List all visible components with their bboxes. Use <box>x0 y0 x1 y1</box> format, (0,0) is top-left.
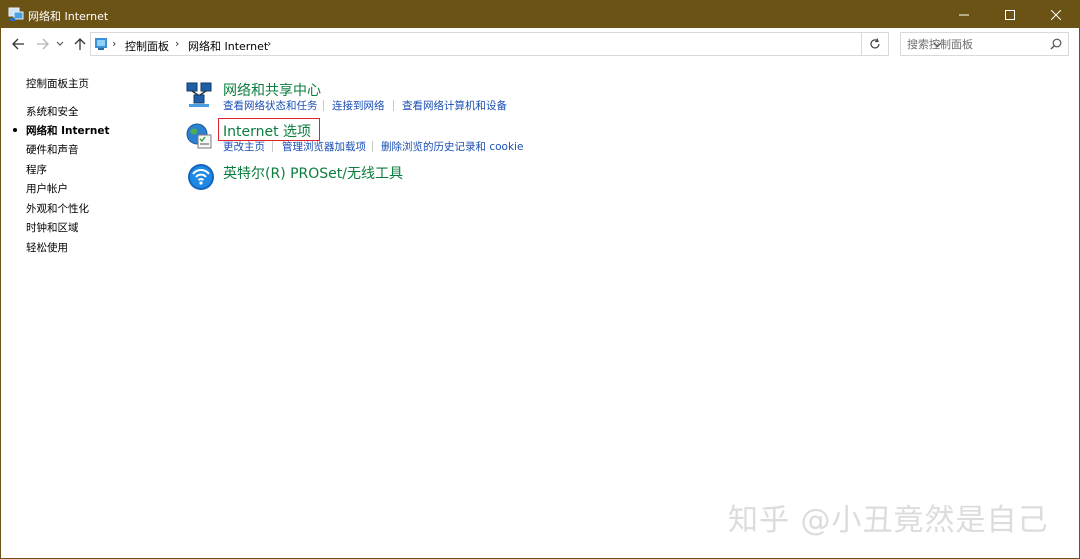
back-button[interactable] <box>10 36 26 52</box>
change-homepage-link[interactable]: 更改主页 <box>223 139 265 154</box>
search-input[interactable] <box>907 37 1045 51</box>
control-panel-window: 网络和 Internet › 控制面板 › 网络和 Internet › 搜索控… <box>0 0 1080 559</box>
sidebar: 控制面板主页 系统和安全 网络和 Internet 硬件和声音 程序 用户帐户 … <box>1 62 171 558</box>
network-sharing-icon[interactable] <box>185 80 213 108</box>
maximize-button[interactable] <box>987 1 1033 28</box>
breadcrumb-separator-icon[interactable]: › <box>175 37 179 50</box>
recent-locations-button[interactable] <box>55 36 65 52</box>
chevron-down-icon <box>56 41 64 46</box>
arrow-left-icon <box>11 38 24 50</box>
minimize-icon <box>959 14 969 15</box>
breadcrumb-network-internet[interactable]: 网络和 Internet <box>188 38 268 54</box>
arrow-up-icon <box>74 37 86 50</box>
view-network-computers-link[interactable]: 查看网络计算机和设备 <box>402 98 507 113</box>
internet-options-icon[interactable] <box>185 122 213 150</box>
maximize-icon <box>1005 9 1015 20</box>
search-box[interactable] <box>900 32 1069 56</box>
minimize-button[interactable] <box>941 1 987 28</box>
breadcrumb-separator-icon[interactable]: › <box>267 37 271 50</box>
address-toolbar: › 控制面板 › 网络和 Internet › <box>1 28 1079 62</box>
sidebar-item-appearance[interactable]: 外观和个性化 <box>26 201 89 216</box>
window-title: 网络和 Internet <box>28 10 109 23</box>
connect-to-network-link[interactable]: 连接到网络 <box>332 98 385 113</box>
watermark-text: 知乎 @小丑竟然是自己 <box>728 503 1049 538</box>
up-button[interactable] <box>72 36 88 52</box>
close-button[interactable] <box>1033 1 1079 28</box>
intel-proset-wireless-link[interactable]: 英特尔(R) PROSet/无线工具 <box>223 163 403 183</box>
address-bar[interactable]: › 控制面板 › 网络和 Internet › <box>90 32 941 56</box>
title-bar[interactable]: 网络和 Internet <box>1 1 1079 28</box>
sidebar-item-network-internet[interactable]: 网络和 Internet <box>26 123 109 138</box>
link-divider <box>393 100 394 111</box>
view-network-status-link[interactable]: 查看网络状态和任务 <box>223 98 318 113</box>
control-panel-icon <box>95 38 107 50</box>
sidebar-item-home[interactable]: 控制面板主页 <box>26 76 89 91</box>
sidebar-item-system-security[interactable]: 系统和安全 <box>26 104 79 119</box>
network-app-icon <box>8 7 24 21</box>
delete-browsing-history-link[interactable]: 删除浏览的历史记录和 cookie <box>381 139 523 154</box>
network-sharing-center-link[interactable]: 网络和共享中心 <box>223 80 321 100</box>
active-bullet-icon <box>13 128 17 132</box>
sidebar-item-user-accounts[interactable]: 用户帐户 <box>26 181 68 196</box>
breadcrumb-separator-icon: › <box>112 37 117 50</box>
manage-addons-link[interactable]: 管理浏览器加载项 <box>282 139 366 154</box>
sidebar-item-clock-region[interactable]: 时钟和区域 <box>26 220 79 235</box>
sidebar-item-programs[interactable]: 程序 <box>26 162 47 177</box>
refresh-icon <box>870 38 880 49</box>
link-divider <box>272 141 273 152</box>
link-divider <box>323 100 324 111</box>
link-divider <box>372 141 373 152</box>
refresh-button[interactable] <box>862 32 889 56</box>
internet-options-link[interactable]: Internet 选项 <box>223 121 311 141</box>
sidebar-item-ease-of-access[interactable]: 轻松使用 <box>26 240 68 255</box>
breadcrumb-control-panel[interactable]: 控制面板 <box>125 38 169 54</box>
search-icon[interactable] <box>1050 38 1062 50</box>
arrow-right-icon <box>36 38 49 50</box>
forward-button[interactable] <box>34 36 50 52</box>
intel-wireless-icon[interactable] <box>187 163 215 191</box>
close-icon <box>1051 9 1061 20</box>
sidebar-item-hardware-sound[interactable]: 硬件和声音 <box>26 142 79 157</box>
